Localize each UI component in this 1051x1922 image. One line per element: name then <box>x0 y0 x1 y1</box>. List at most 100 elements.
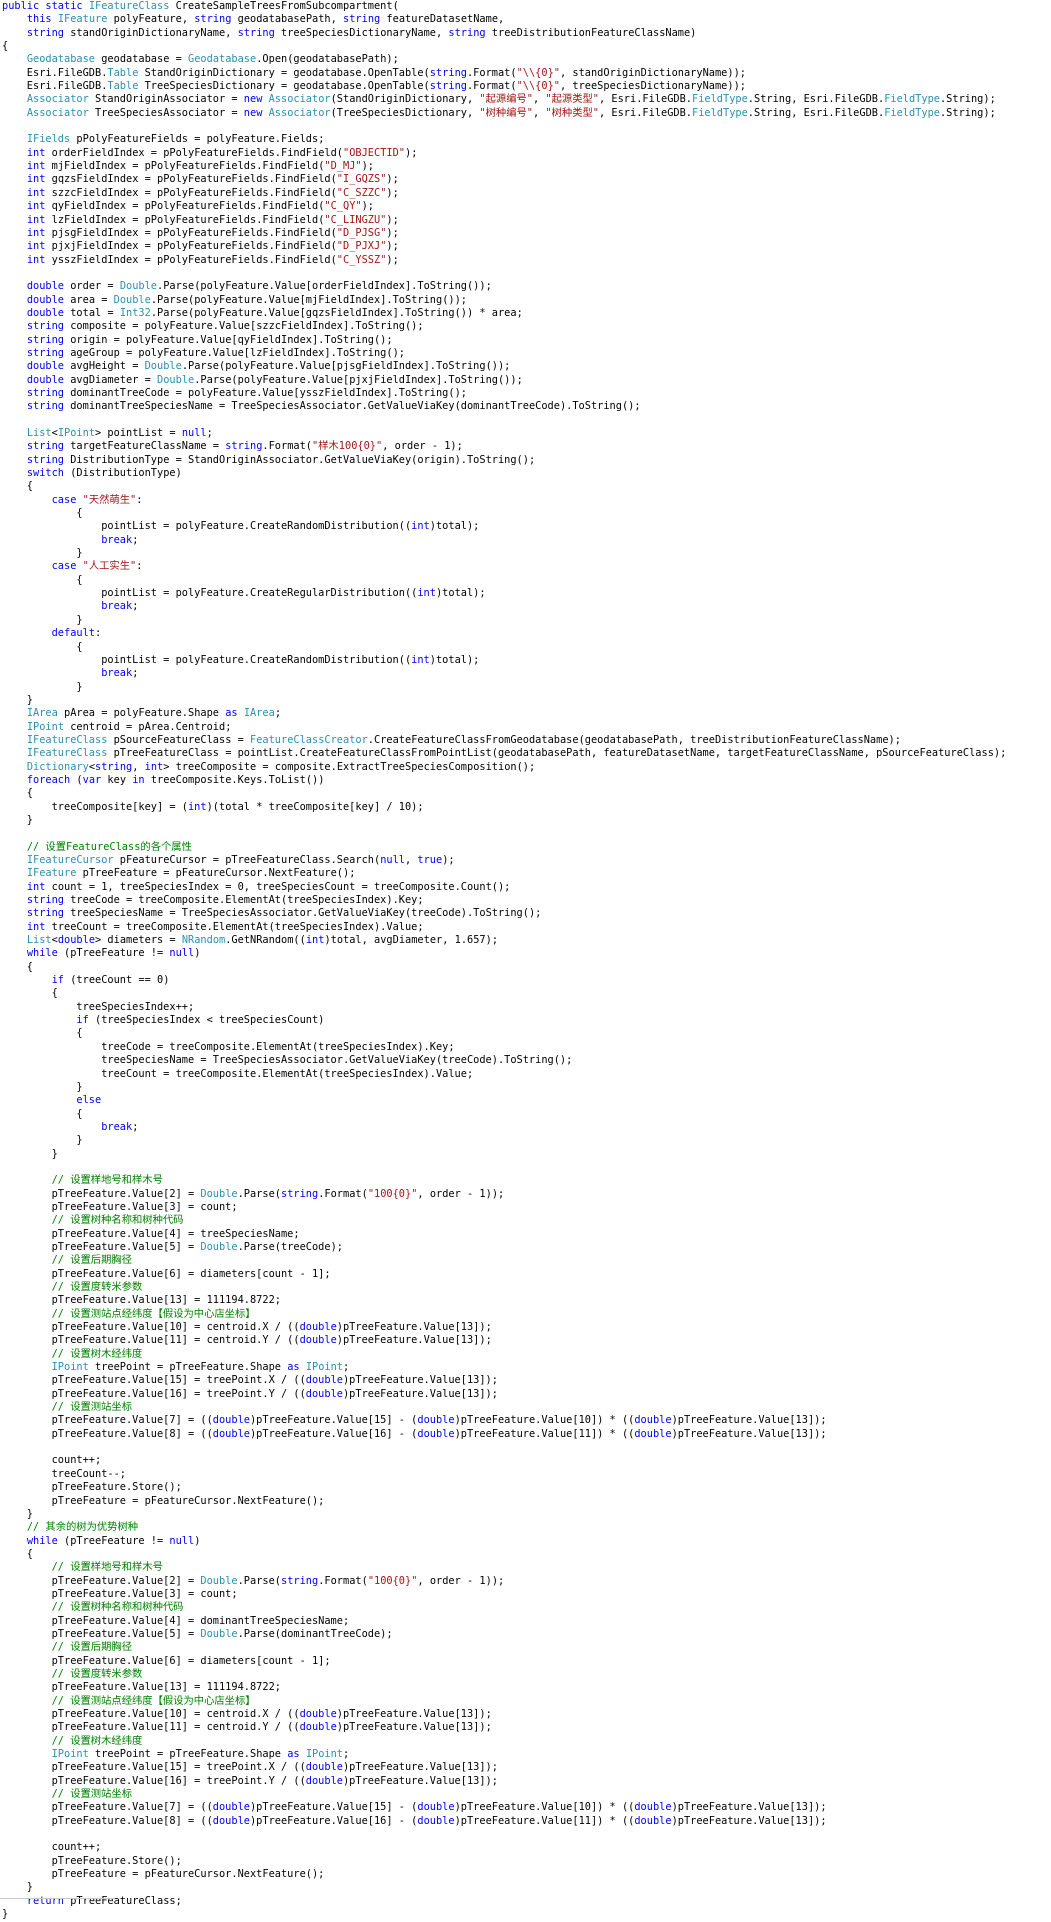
code-line: // 设置后期胸径 <box>51 1641 132 1654</box>
code-line: if (treeCount == 0) <box>51 974 170 987</box>
code-line: pTreeFeature.Value[15] = treePoint.X / (… <box>2 1761 498 1774</box>
code-line: // 设置FeatureClass的各个属性 <box>26 840 192 853</box>
code-line: // 设置度转米参数 <box>51 1667 143 1680</box>
code-line: while (pTreeFeature != null) <box>26 1534 201 1547</box>
code-line: { <box>2 987 58 1000</box>
code-line: pTreeFeature = pFeatureCursor.NextFeatur… <box>2 1494 325 1507</box>
code-line: treeCount--; <box>2 1467 126 1480</box>
code-line: IArea pArea = polyFeature.Shape as IArea… <box>26 707 282 720</box>
code-line: break; <box>101 600 139 613</box>
code-line: { <box>2 40 9 53</box>
code-line: while (pTreeFeature != null) <box>26 947 201 960</box>
code-line: ​ <box>2 1828 1006 1841</box>
code-line: IFeatureClass pSourceFeatureClass = Feat… <box>26 733 901 746</box>
code-line: // 设置树木经纬度 <box>51 1347 143 1360</box>
code-line: string standOriginDictionaryName, string… <box>26 26 697 39</box>
code-line: int treeCount = treeComposite.ElementAt(… <box>26 920 424 933</box>
code-line: int szzcFieldIndex = pPolyFeatureFields.… <box>26 186 399 199</box>
code-line: return pTreeFeatureClass; <box>26 1894 182 1907</box>
code-line: if (treeSpeciesIndex < treeSpeciesCount) <box>76 1014 325 1027</box>
code-line: } <box>2 693 33 706</box>
code-line: string composite = polyFeature.Value[szz… <box>26 320 424 333</box>
code-line: pTreeFeature.Value[16] = treePoint.Y / (… <box>2 1774 498 1787</box>
code-line: pTreeFeature.Value[13] = 111194.8722; <box>2 1681 281 1694</box>
code-line: int orderFieldIndex = pPolyFeatureFields… <box>26 146 418 159</box>
code-line: Dictionary<string, int> treeComposite = … <box>26 760 536 773</box>
code-line: } <box>2 813 33 826</box>
code-line: { <box>2 787 33 800</box>
code-line: IFeatureClass pTreeFeatureClass = pointL… <box>26 747 1007 760</box>
code-line: default: <box>51 627 102 640</box>
code-line: { <box>2 960 33 973</box>
code-line: break; <box>101 1120 139 1133</box>
code-line: // 设置后期胸径 <box>51 1254 132 1267</box>
code-line: int qyFieldIndex = pPolyFeatureFields.Fi… <box>26 200 374 213</box>
code-line: { <box>2 480 33 493</box>
code-line: pTreeFeature.Value[15] = treePoint.X / (… <box>2 1374 498 1387</box>
code-line: case "人工实生": <box>51 560 143 573</box>
code-line: // 设置树种名称和树种代码 <box>51 1214 184 1227</box>
code-line: List<double> diameters = NRandom.GetNRan… <box>26 934 499 947</box>
code-line: treeCode = treeComposite.ElementAt(treeS… <box>2 1040 455 1053</box>
code-line: { <box>2 1107 83 1120</box>
code-line: public static IFeatureClass CreateSample… <box>2 0 399 12</box>
code-line: ​ <box>2 120 1006 133</box>
code-line: // 其余的树为优势树种 <box>26 1521 139 1534</box>
code-line: pTreeFeature.Store(); <box>2 1854 182 1867</box>
code-line: treeCount = treeComposite.ElementAt(tree… <box>2 1067 474 1080</box>
code-line: foreach (var key in treeComposite.Keys.T… <box>26 773 325 786</box>
code-line: // 设置树木经纬度 <box>51 1734 143 1747</box>
code-line: int count = 1, treeSpeciesIndex = 0, tre… <box>26 880 511 893</box>
code-line: List<IPoint> pointList = null; <box>26 427 213 439</box>
code-line: string ageGroup = polyFeature.Value[lzFi… <box>26 346 405 359</box>
code-line: string DistributionType = StandOriginAss… <box>26 453 536 466</box>
code-line: string treeSpeciesName = TreeSpeciesAsso… <box>26 907 542 920</box>
code-line: pTreeFeature.Value[2] = Double.Parse(str… <box>2 1574 505 1587</box>
code-line: pTreeFeature.Value[11] = centroid.Y / ((… <box>2 1721 492 1734</box>
code-line: count++; <box>2 1841 102 1854</box>
code-line: { <box>2 507 83 520</box>
code-line: pTreeFeature.Value[6] = diameters[count … <box>2 1267 331 1280</box>
code-line: pTreeFeature.Value[8] = ((double)pTreeFe… <box>2 1814 827 1827</box>
code-line: else <box>76 1094 102 1107</box>
code-line: pTreeFeature.Value[10] = centroid.X / ((… <box>2 1708 492 1720</box>
code-line: case "天然萌生": <box>51 493 143 506</box>
code-line: } <box>2 1881 33 1894</box>
code-line: pointList = polyFeature.CreateRegularDis… <box>2 587 486 600</box>
code-line: pTreeFeature.Value[13] = 111194.8722; <box>2 1294 281 1307</box>
code-line: ​ <box>2 414 1006 427</box>
code-line: IPoint centroid = pArea.Centroid; <box>26 720 232 733</box>
code-line: string dominantTreeCode = polyFeature.Va… <box>26 386 467 399</box>
code-listing: public static IFeatureClass CreateSample… <box>2 0 1006 1922</box>
code-line: string targetFeatureClassName = string.F… <box>26 440 463 453</box>
code-line: } <box>2 1080 83 1093</box>
code-line: string treeCode = treeComposite.ElementA… <box>26 894 424 907</box>
code-line: { <box>2 640 83 653</box>
code-line: { <box>2 1547 33 1560</box>
code-line: { <box>2 573 83 586</box>
code-line: ​ <box>2 1161 1006 1174</box>
code-line: int gqzsFieldIndex = pPolyFeatureFields.… <box>26 173 399 186</box>
code-line: int lzFieldIndex = pPolyFeatureFields.Fi… <box>26 213 399 226</box>
code-line: // 设置测站坐标 <box>51 1788 132 1801</box>
code-line: count++; <box>2 1454 102 1467</box>
code-line: IPoint treePoint = pTreeFeature.Shape as… <box>51 1361 350 1374</box>
code-line: treeSpeciesIndex++; <box>2 1000 195 1013</box>
code-line: pTreeFeature.Value[5] = Double.Parse(tre… <box>2 1240 343 1253</box>
code-line: // 设置样地号和样木号 <box>51 1561 163 1574</box>
code-line: pTreeFeature.Value[4] = dominantTreeSpec… <box>2 1614 350 1627</box>
code-line: int pjsgFieldIndex = pPolyFeatureFields.… <box>26 226 399 239</box>
code-line: ​ <box>2 267 1006 280</box>
code-line: Geodatabase geodatabase = Geodatabase.Op… <box>26 53 399 66</box>
code-line: pTreeFeature.Store(); <box>2 1481 182 1494</box>
code-line: string dominantTreeSpeciesName = TreeSpe… <box>26 400 641 413</box>
code-line: int ysszFieldIndex = pPolyFeatureFields.… <box>26 253 399 266</box>
code-line: } <box>2 680 83 693</box>
code-line: IFields pPolyFeatureFields = polyFeature… <box>26 133 325 146</box>
code-line: } <box>2 613 83 626</box>
code-line: pointList = polyFeature.CreateRandomDist… <box>2 520 480 533</box>
code-line: Associator TreeSpeciesAssociator = new A… <box>26 106 996 119</box>
code-line: // 设置测站点经纬度【假设为中心店坐标】 <box>51 1694 256 1707</box>
code-line: pTreeFeature.Value[8] = ((double)pTreeFe… <box>2 1427 827 1440</box>
code-line: } <box>2 547 83 560</box>
